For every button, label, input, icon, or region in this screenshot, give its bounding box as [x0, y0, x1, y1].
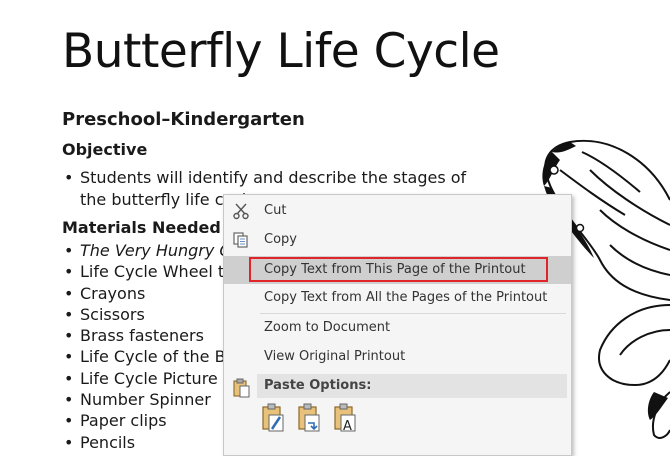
paste-text-only-icon[interactable]: A — [332, 403, 358, 433]
list-item: The Very Hungry C — [62, 240, 244, 261]
context-menu: Cut Copy Copy Text from This Page of the… — [223, 194, 572, 456]
menu-item-view-original-printout[interactable]: View Original Printout — [224, 343, 571, 371]
list-item: Life Cycle Picture Co — [62, 368, 244, 389]
paste-options-label: Paste Options: — [264, 378, 372, 393]
paste-options-header: Paste Options: — [257, 374, 567, 398]
list-item: Paper clips — [62, 410, 244, 431]
list-item: Life Cycle of the But — [62, 346, 244, 367]
copy-icon — [233, 232, 248, 248]
paste-merge-icon[interactable] — [296, 403, 322, 433]
menu-item-view-original-label: View Original Printout — [264, 349, 406, 364]
menu-item-copy-text-all-pages[interactable]: Copy Text from All the Pages of the Prin… — [224, 284, 571, 312]
menu-item-copy[interactable]: Copy — [224, 226, 571, 254]
materials-heading: Materials Needed — [62, 218, 221, 237]
menu-item-zoom-to-document[interactable]: Zoom to Document — [224, 314, 571, 342]
list-item: Life Cycle Wheel ter — [62, 261, 244, 282]
list-item: Brass fasteners — [62, 325, 244, 346]
menu-item-cut-label: Cut — [264, 203, 287, 218]
menu-item-copy-text-this-page[interactable]: Copy Text from This Page of the Printout — [224, 256, 571, 284]
list-item: Scissors — [62, 304, 244, 325]
bullet-dot: • — [64, 168, 74, 187]
document-title: Butterfly Life Cycle — [62, 24, 500, 79]
clipboard-icon — [233, 378, 250, 398]
menu-item-copy-text-all-pages-label: Copy Text from All the Pages of the Prin… — [264, 290, 548, 305]
list-item: Crayons — [62, 283, 244, 304]
materials-list: The Very Hungry C Life Cycle Wheel ter C… — [62, 240, 244, 453]
paste-keep-source-icon[interactable] — [260, 403, 286, 433]
grade-heading: Preschool–Kindergarten — [62, 109, 305, 130]
svg-text:A: A — [343, 419, 352, 433]
menu-item-zoom-label: Zoom to Document — [264, 320, 391, 335]
menu-item-copy-text-this-page-label: Copy Text from This Page of the Printout — [264, 262, 526, 277]
list-item: Pencils — [62, 432, 244, 453]
menu-item-cut[interactable]: Cut — [224, 197, 571, 225]
objective-heading: Objective — [62, 140, 148, 159]
scissors-icon — [233, 203, 249, 220]
menu-item-copy-label: Copy — [264, 232, 297, 247]
list-item: Number Spinner — [62, 389, 244, 410]
